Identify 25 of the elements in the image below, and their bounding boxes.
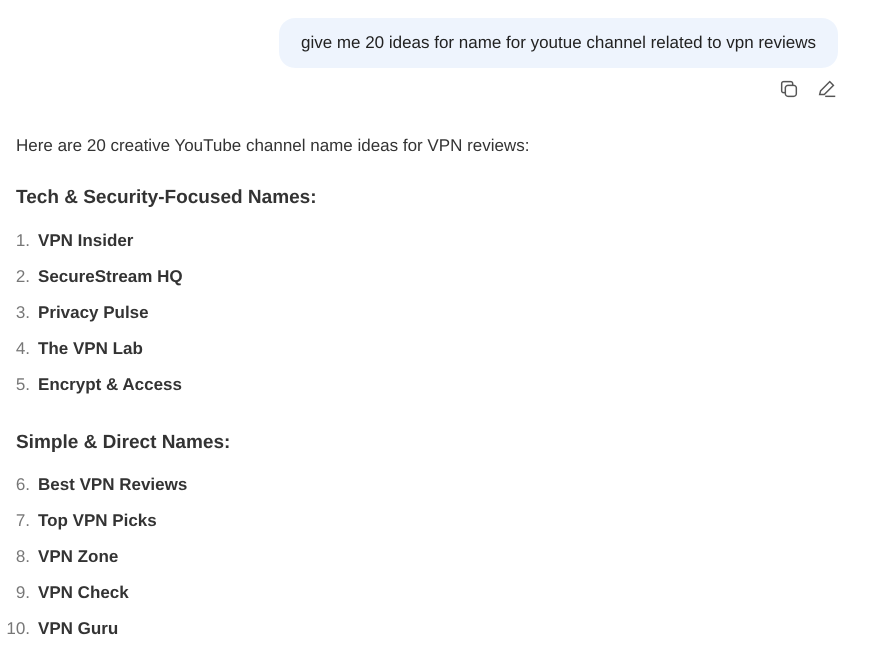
intro-text: Here are 20 creative YouTube channel name ideas for VPN reviews: — [16, 134, 530, 156]
item-number: 10. — [5, 618, 31, 640]
list-item-text: SecureStream HQ — [38, 266, 183, 288]
item-number: 8. — [14, 546, 31, 568]
item-number: 4. — [14, 338, 31, 360]
list-item-text: VPN Check — [38, 582, 129, 604]
item-number: 1. — [14, 230, 31, 252]
list-item-text: VPN Guru — [38, 618, 118, 640]
item-number: 7. — [14, 510, 31, 532]
section-heading: Tech & Security-Focused Names: — [16, 186, 318, 210]
edit-icon[interactable] — [816, 78, 838, 100]
item-number: 3. — [14, 302, 31, 324]
user-message: give me 20 ideas for name for youtue channel related to vpn reviews — [278, 18, 838, 68]
item-number: 9. — [14, 582, 31, 604]
item-number: 6. — [14, 474, 31, 496]
list-item-text: The VPN Lab — [38, 338, 143, 360]
list-item-text: Encrypt & Access — [38, 374, 182, 396]
item-number: 5. — [14, 374, 31, 396]
list-item-text: VPN Insider — [38, 230, 134, 252]
item-number: 2. — [14, 266, 31, 288]
section-heading: Simple & Direct Names: — [16, 430, 232, 454]
list-item-text: VPN Zone — [38, 546, 118, 568]
list-item-text: Best VPN Reviews — [38, 474, 188, 496]
list-item-text: Top VPN Picks — [38, 510, 157, 532]
list-item-text: Privacy Pulse — [38, 302, 149, 324]
